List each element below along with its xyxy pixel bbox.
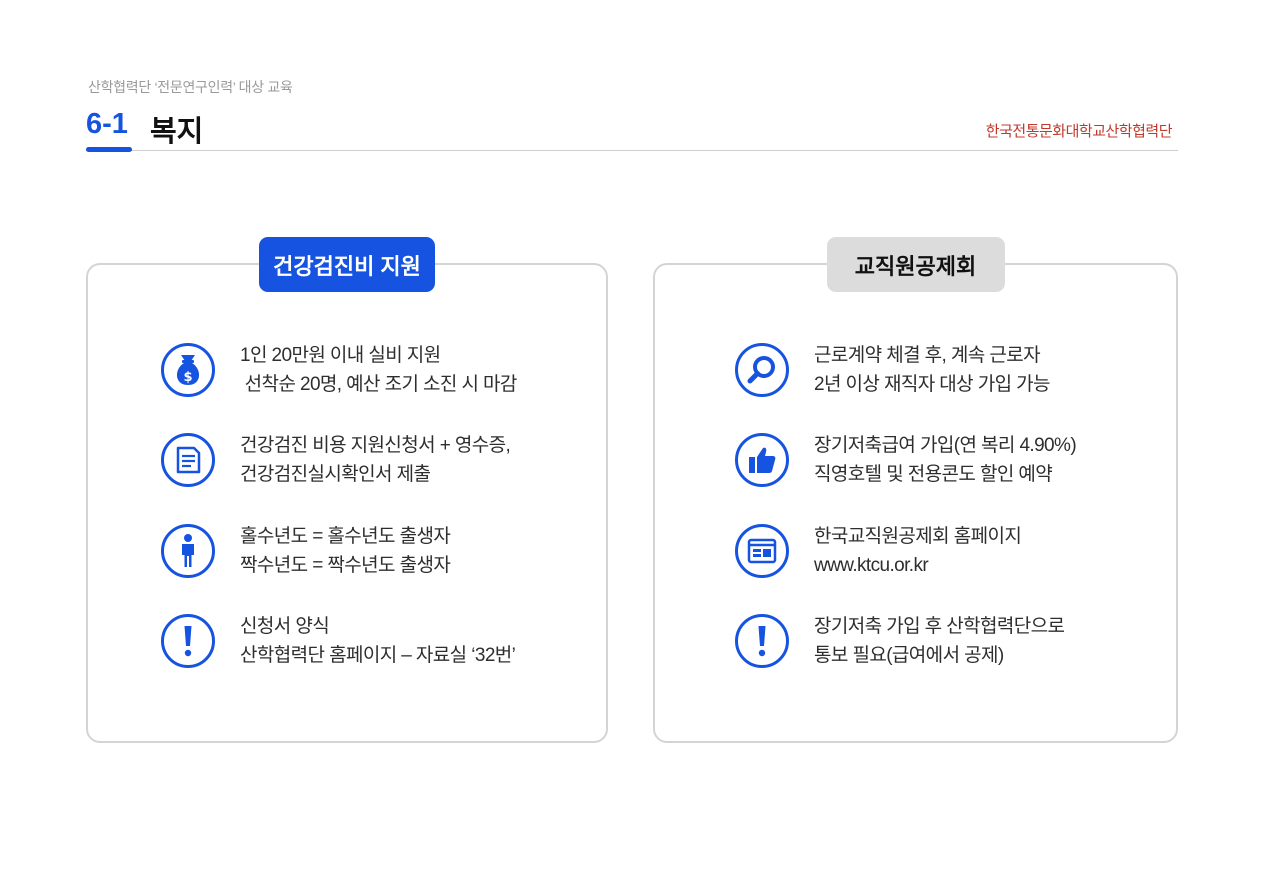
exclamation-icon <box>161 614 215 668</box>
list-item-text: 홀수년도 = 홀수년도 출생자 짝수년도 = 짝수년도 출생자 <box>240 526 451 576</box>
organization-logo: 한국전통문화대학교산학협력단 <box>985 122 1173 140</box>
list-item-text: 건강검진 비용 지원신청서 + 영수증, 건강검진실시확인서 제출 <box>240 435 511 485</box>
list-item: $ 1인 20만원 이내 실비 지원 선착순 20명, 예산 조기 소진 시 마… <box>161 341 517 399</box>
list-item: 신청서 양식 산학협력단 홈페이지 – 자료실 ‘32번’ <box>161 612 516 670</box>
list-item-text: 장기저축 가입 후 산학협력단으로 통보 필요(급여에서 공제) <box>814 616 1065 666</box>
list-item: 장기저축 가입 후 산학협력단으로 통보 필요(급여에서 공제) <box>735 612 1065 670</box>
page-subtitle: 산학협력단 ‘전문연구인력’ 대상 교육 <box>88 79 293 95</box>
thumbs-up-icon <box>735 433 789 487</box>
health-checkup-card: 건강검진비 지원 $ 1인 20만원 이내 실비 지원 선착순 20명, 예산 … <box>86 237 608 743</box>
card-tag-mutual-aid: 교직원공제회 <box>826 237 1005 292</box>
list-item-text: 1인 20만원 이내 실비 지원 선착순 20명, 예산 조기 소진 시 마감 <box>240 345 517 395</box>
list-item-text: 신청서 양식 산학협력단 홈페이지 – 자료실 ‘32번’ <box>240 616 516 666</box>
webpage-icon <box>735 524 789 578</box>
list-item: 근로계약 체결 후, 계속 근로자 2년 이상 재직자 대상 가입 가능 <box>735 341 1051 399</box>
exclamation-icon <box>735 614 789 668</box>
page-header: 6-1 복지 한국전통문화대학교산학협력단 <box>86 104 1178 152</box>
section-number-underline <box>86 147 132 152</box>
person-icon <box>161 524 215 578</box>
svg-text:$: $ <box>183 370 192 385</box>
list-item-text: 장기저축급여 가입(연 복리 4.90%) 직영호텔 및 전용콘도 할인 예약 <box>814 435 1077 485</box>
card-tag-health-checkup: 건강검진비 지원 <box>259 237 435 292</box>
list-item: 홀수년도 = 홀수년도 출생자 짝수년도 = 짝수년도 출생자 <box>161 522 451 580</box>
list-item-text: 근로계약 체결 후, 계속 근로자 2년 이상 재직자 대상 가입 가능 <box>814 345 1051 395</box>
list-item-text: 한국교직원공제회 홈페이지 www.ktcu.or.kr <box>814 526 1022 576</box>
teachers-mutual-aid-card: 교직원공제회 근로계약 체결 후, 계속 근로자 2년 이상 재직자 대상 가입… <box>653 237 1178 743</box>
page-title: 복지 <box>150 116 204 148</box>
list-item: 장기저축급여 가입(연 복리 4.90%) 직영호텔 및 전용콘도 할인 예약 <box>735 431 1077 489</box>
document-icon <box>161 433 215 487</box>
section-number: 6-1 <box>86 108 128 140</box>
search-icon <box>735 343 789 397</box>
list-item: 한국교직원공제회 홈페이지 www.ktcu.or.kr <box>735 522 1022 580</box>
money-bag-icon: $ <box>161 343 215 397</box>
list-item: 건강검진 비용 지원신청서 + 영수증, 건강검진실시확인서 제출 <box>161 431 511 489</box>
